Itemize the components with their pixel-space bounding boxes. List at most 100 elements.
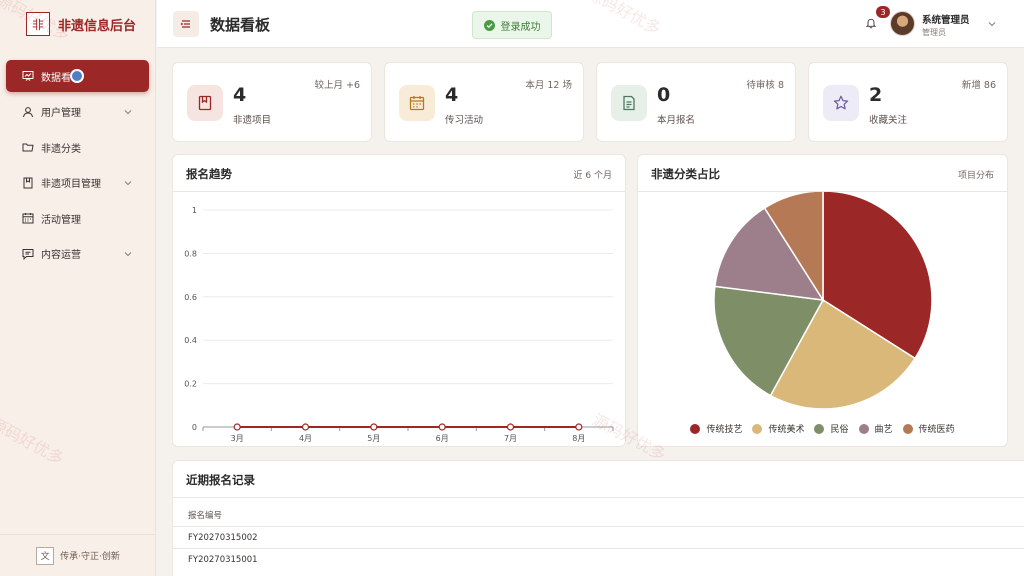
chevron-down-icon [124,251,132,256]
legend-swatch [858,423,869,434]
stat-value: 2 [869,84,883,106]
x-tick-label: 8月 [572,434,585,443]
sidebar-item-label: 活动管理 [41,214,81,226]
x-tick-label: 7月 [504,434,517,443]
stat-card-projects[interactable]: 4 非遗项目 较上月 +6 [172,62,372,142]
table-row[interactable]: FY20270315002 [173,526,1024,548]
legend-swatch [902,423,913,434]
sidebar-item-categories[interactable]: 非遗分类 [6,131,149,163]
footer-logo: 文 [36,546,55,565]
y-tick-label: 0.2 [184,380,197,389]
x-tick-label: 3月 [231,434,244,443]
panel-title: 近期报名记录 [186,473,255,487]
panel-title: 非遗分类占比 [651,167,720,181]
brand-name: 非遗信息后台 [58,18,137,34]
panel-header: 报名趋势 近 6 个月 [173,155,625,192]
stat-label: 本月报名 [657,115,696,126]
pie-legend: 传统技艺 传统美术 民俗 曲艺 传统医药 [638,422,1007,435]
y-tick-label: 0 [192,423,197,432]
stat-value: 4 [233,84,247,106]
data-point [233,423,241,431]
trend-line-chart: 0 0.2 0.4 0.6 0.8 1 3月 4月 5月 6月 7月 8月 [184,206,614,443]
legend-label: 民俗 [830,425,849,435]
legend-swatch [690,423,701,434]
chart-icon [22,70,34,82]
legend-item[interactable]: 传统技艺 [690,422,742,435]
stat-card-activities[interactable]: 4 传习活动 本月 12 场 [384,62,584,142]
stat-extra: 新增 86 [961,80,996,91]
stat-extra: 待审核 8 [746,80,784,91]
avatar[interactable] [890,11,915,36]
legend-label: 曲艺 [874,425,893,435]
top-header: 数据看板 登录成功 3 系统管理员 管理员 [157,0,1024,48]
stat-value: 0 [657,84,671,106]
legend-item[interactable]: 传统医药 [902,422,955,435]
data-point [370,423,378,431]
legend-item[interactable]: 民俗 [814,422,849,435]
folder-icon [22,141,34,153]
legend-label: 传统医药 [918,425,955,435]
x-tick-label: 6月 [436,434,449,443]
cursor-indicator [70,69,84,83]
footer-slogan: 传承·守正·创新 [60,552,120,562]
panel-header: 近期报名记录 [173,461,1024,498]
bell-icon[interactable] [865,17,877,29]
sidebar-item-content[interactable]: 内容运营 [6,238,149,270]
panel-title: 报名趋势 [186,167,232,181]
notification-badge: 3 [876,6,890,18]
stat-card-favorites[interactable]: 2 收藏关注 新增 86 [808,62,1008,142]
legend-swatch [814,423,825,434]
sidebar: 非 非遗信息后台 数据看板 用户管理 非遗分类 非遗项目管理 活动管理 内容运营… [0,0,156,576]
category-pie-panel: 非遗分类占比 项目分布 传统技艺 传统美术 民俗 曲艺 传统医药 [637,154,1008,447]
stat-label: 非遗项目 [233,115,272,126]
star-icon [823,85,859,121]
message-icon [22,248,34,260]
table-cell: FY20270315001 [188,555,258,565]
calendar-icon [399,85,435,121]
table-row[interactable]: FY20270315001 [173,548,1024,570]
sidebar-item-activities[interactable]: 活动管理 [6,202,149,234]
trend-panel: 报名趋势 近 6 个月 0 0.2 0.4 0.6 0.8 1 3月 4月 5月 6月 7月 8月 [172,154,626,447]
user-name[interactable]: 系统管理员 [922,12,970,26]
y-tick-label: 0.4 [184,336,197,345]
y-tick-label: 0.8 [184,249,197,258]
sidebar-item-label: 用户管理 [41,108,81,119]
table-column-header: 报名编号 [188,511,223,521]
stat-label: 传习活动 [445,115,484,126]
data-point [506,423,515,431]
legend-item[interactable]: 曲艺 [858,422,893,435]
stat-extra: 本月 12 场 [525,80,572,91]
data-point [301,423,310,431]
panel-subtitle: 近 6 个月 [573,171,612,181]
category-pie-chart [713,190,933,410]
check-circle-icon [483,19,495,31]
sidebar-item-label: 内容运营 [41,250,81,261]
sidebar-footer: 文 传承·守正·创新 [0,534,156,576]
recent-signups-panel: 近期报名记录 报名编号 FY20270315002 FY20270315001 [172,460,1024,576]
x-tick-label: 5月 [367,434,380,443]
menu-icon [180,20,190,28]
panel-subtitle: 项目分布 [957,171,994,181]
table-cell: FY20270315002 [188,533,258,543]
panel-header: 非遗分类占比 项目分布 [638,155,1007,192]
sidebar-item-label: 非遗分类 [41,143,81,155]
stat-label: 收藏关注 [869,115,908,126]
sidebar-item-label: 非遗项目管理 [41,179,101,190]
sidebar-item-projects[interactable]: 非遗项目管理 [6,167,149,199]
legend-label: 传统技艺 [706,425,743,435]
sidebar-nav: 数据看板 用户管理 非遗分类 非遗项目管理 活动管理 内容运营 [0,60,155,270]
y-tick-label: 1 [192,206,197,215]
sidebar-item-dashboard[interactable]: 数据看板 [6,60,149,92]
stat-value: 4 [445,84,459,106]
legend-swatch [752,423,763,434]
chevron-down-icon[interactable] [987,19,997,29]
document-icon [611,85,647,121]
toast-message: 登录成功 [500,21,541,33]
menu-toggle-button[interactable] [173,11,199,37]
stat-card-signups[interactable]: 0 本月报名 待审核 8 [596,62,796,142]
stat-extra: 较上月 +6 [314,80,360,91]
data-point [575,423,583,431]
sidebar-item-users[interactable]: 用户管理 [6,96,149,128]
legend-item[interactable]: 传统美术 [752,422,804,435]
brand: 非 非遗信息后台 [0,0,155,48]
